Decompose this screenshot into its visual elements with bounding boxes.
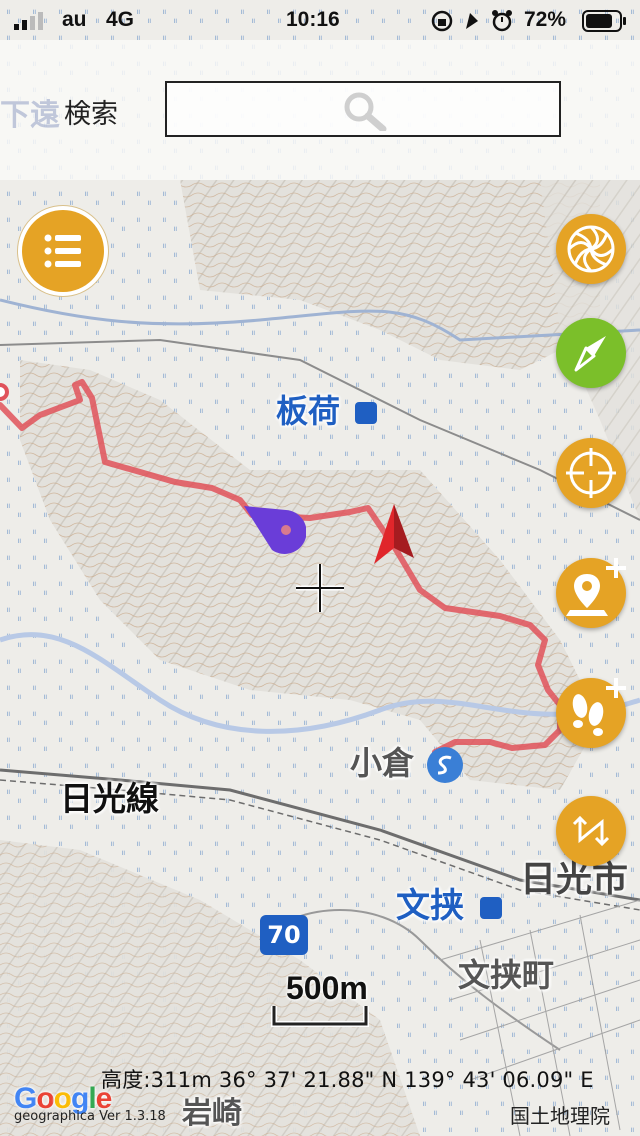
footer: 高度:311m 36° 37' 21.88" N 139° 43' 06.09"… (0, 1060, 640, 1136)
add-track-button[interactable] (556, 678, 626, 748)
route-button[interactable] (556, 796, 626, 866)
orientation-lock-icon (431, 10, 453, 32)
carrier-name: au (62, 8, 87, 31)
compass-icon (574, 336, 606, 372)
map-center-crosshair-icon (296, 564, 344, 612)
altitude-coordinates: 高度:311m 36° 37' 21.88" N 139° 43' 06.09"… (101, 1068, 594, 1092)
search-input[interactable] (165, 81, 561, 137)
scale-bar: 500m (270, 970, 370, 1030)
scale-ruler (271, 1006, 369, 1027)
search-bar: 下遠 検索 (0, 40, 640, 180)
battery-percent: 72% (524, 8, 567, 31)
station-icon (479, 896, 502, 919)
layers-button[interactable] (556, 214, 626, 284)
signal-icon (14, 12, 43, 30)
route-icon (572, 815, 610, 847)
search-label: 検索 (64, 99, 118, 130)
place-label-ogura: 小倉 (350, 738, 464, 784)
route-number-badge: 70 (260, 915, 308, 955)
crosshair-target-icon (566, 448, 616, 498)
bus-stop-icon (427, 747, 464, 783)
alarm-icon (492, 10, 512, 32)
place-label-itaga: 板荷 (276, 386, 378, 432)
heading-arrow-icon (374, 504, 414, 564)
map-copyright[interactable]: 国土地理院 (510, 1100, 610, 1129)
locate-button[interactable] (556, 438, 626, 508)
place-label-fubasami-town: 文挟町 (458, 956, 555, 994)
status-bar: au 4G 10:16 72% (0, 0, 640, 40)
place-label-fubasami: 文挟 (396, 878, 502, 927)
station-icon (355, 402, 378, 424)
scale-label: 500m (286, 970, 368, 1006)
waypoint-marker[interactable] (240, 500, 306, 556)
menu-icon (44, 234, 81, 268)
compass-button[interactable] (556, 318, 626, 388)
app-version: geographica Ver 1.3.18 (14, 1109, 166, 1124)
map-label-faded: 下遠 (0, 98, 60, 133)
add-point-button[interactable] (556, 558, 626, 628)
track-start-marker[interactable] (0, 374, 10, 410)
search-icon (344, 92, 387, 131)
status-time: 10:16 (286, 8, 340, 31)
aperture-icon (567, 225, 615, 273)
add-footprints-icon (572, 678, 626, 736)
battery-icon (582, 10, 626, 32)
status-icons (431, 10, 512, 32)
place-label-nikko-line: 日光線 (60, 779, 159, 818)
menu-button[interactable] (22, 210, 104, 292)
add-pin-icon (566, 558, 626, 616)
network-type: 4G (106, 8, 135, 31)
location-arrow-icon (466, 13, 478, 29)
